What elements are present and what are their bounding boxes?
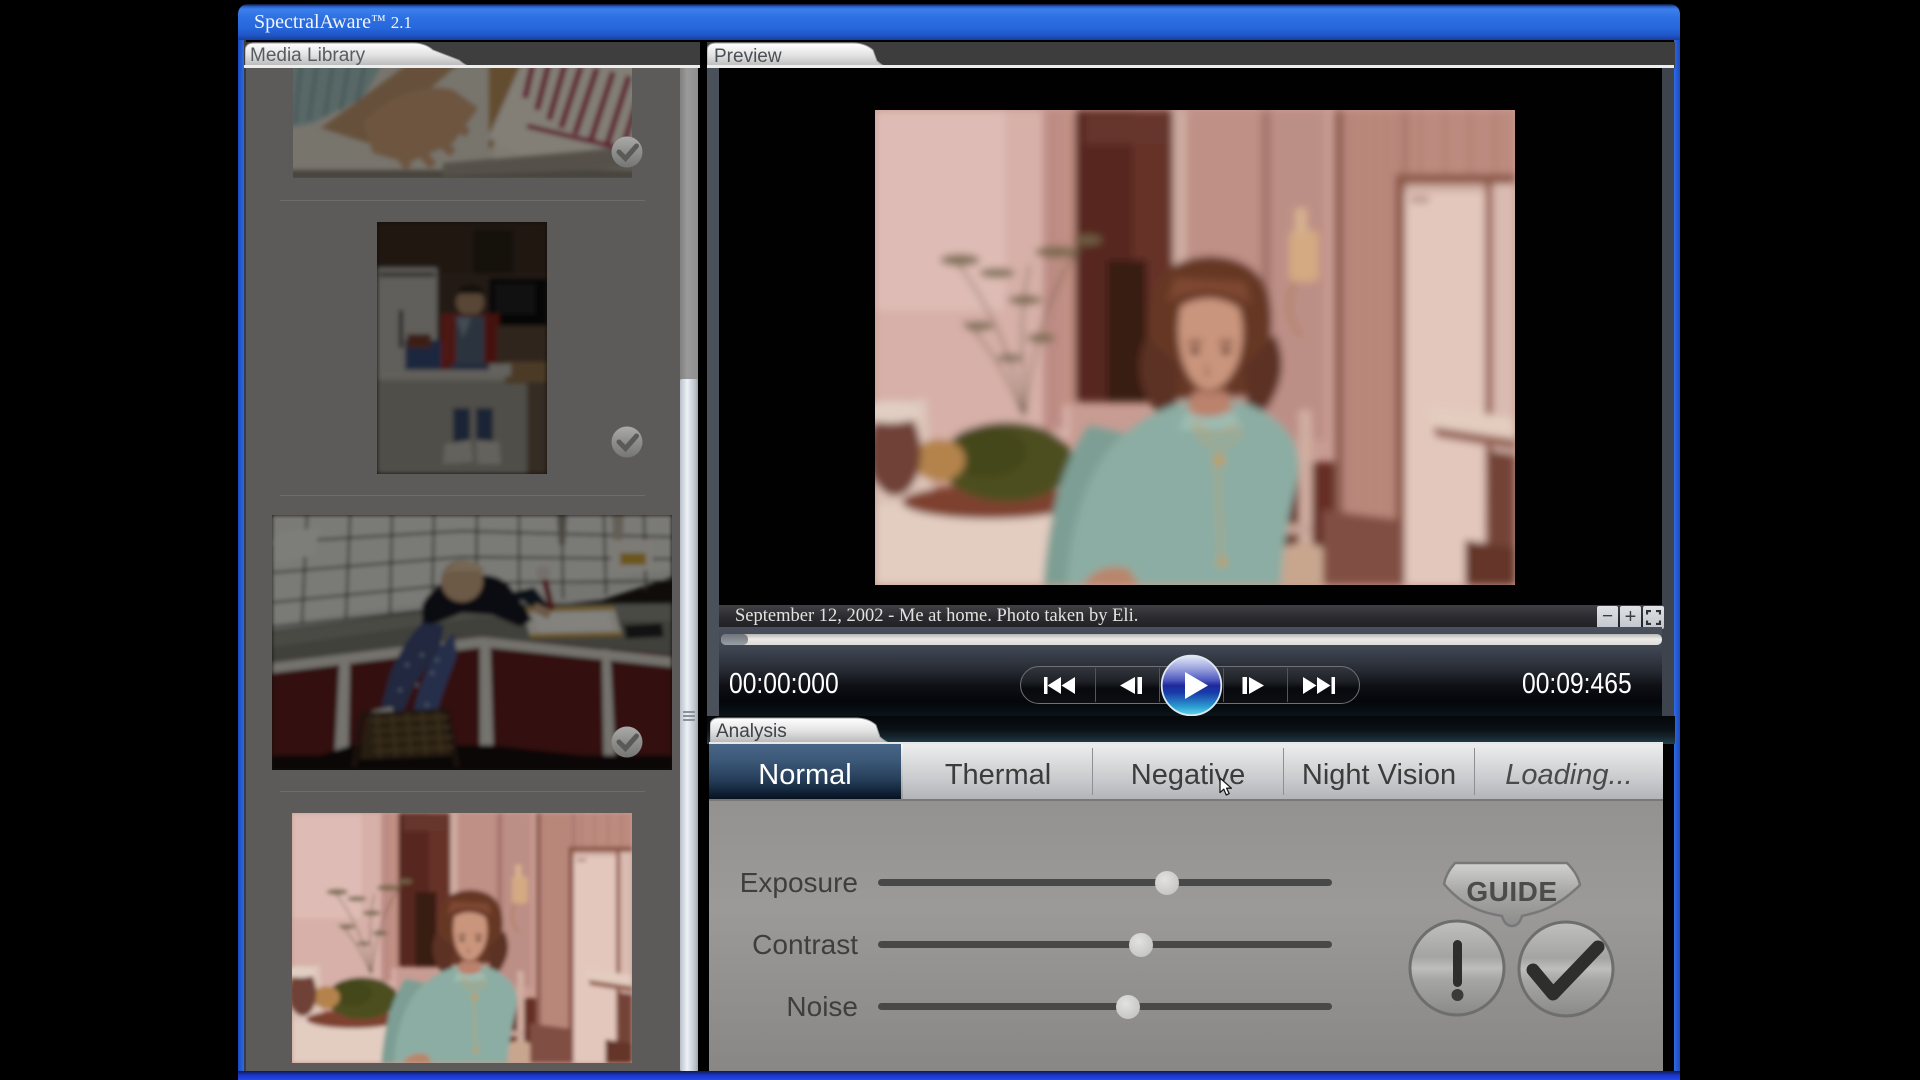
svg-text:GUIDE: GUIDE — [1466, 876, 1557, 907]
